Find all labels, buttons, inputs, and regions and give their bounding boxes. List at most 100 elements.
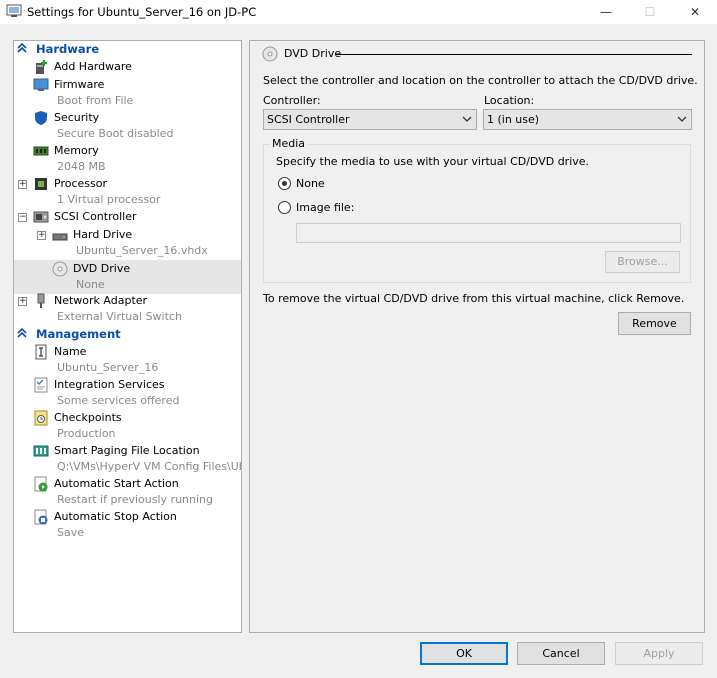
settings-tree[interactable]: Hardware Add Hardware Firmware Boot from… <box>13 40 242 633</box>
tree-item-checkpoints[interactable]: Checkpoints Production <box>14 410 241 443</box>
tree-item-label: Automatic Stop Action <box>54 510 177 523</box>
dvd-drive-panel: DVD Drive Select the controller and loca… <box>249 40 705 633</box>
chevron-up-icon <box>17 327 27 338</box>
close-button[interactable]: ✕ <box>673 0 717 24</box>
controller-label: Controller: <box>263 94 321 107</box>
header-divider <box>336 54 692 55</box>
tree-item-label: Name <box>54 345 87 358</box>
tree-item-sub: Boot from File <box>57 94 134 107</box>
tree-item-sub: None <box>76 278 105 291</box>
tree-item-label: Network Adapter <box>54 294 148 307</box>
tree-item-label: DVD Drive <box>73 262 131 275</box>
name-tag-icon <box>35 344 47 360</box>
remove-button[interactable]: Remove <box>618 312 691 335</box>
remove-instruction: To remove the virtual CD/DVD drive from … <box>263 292 685 305</box>
chevron-down-icon <box>462 116 472 122</box>
tree-item-sub: Save <box>57 526 85 539</box>
auto-start-icon <box>34 476 48 492</box>
auto-stop-icon <box>34 509 48 525</box>
shield-icon <box>35 111 47 125</box>
tree-item-sub: External Virtual Switch <box>57 310 182 323</box>
integration-services-icon <box>34 377 48 393</box>
memory-icon <box>33 146 49 156</box>
tree-item-label: Hard Drive <box>73 228 133 241</box>
none-radio[interactable] <box>278 177 291 190</box>
network-adapter-icon <box>37 293 45 308</box>
hardware-section-header[interactable]: Hardware <box>14 41 241 57</box>
hardware-header: Hardware <box>36 42 100 56</box>
apply-button[interactable]: Apply <box>615 642 703 665</box>
tree-item-scsi-controller[interactable]: − SCSI Controller <box>14 209 241 226</box>
title-bar: Settings for Ubuntu_Server_16 on JD-PC —… <box>0 0 717 24</box>
tree-item-sub: 1 Virtual processor <box>57 193 161 206</box>
maximize-button[interactable]: ☐ <box>628 0 672 24</box>
image-file-radio-label[interactable]: Image file: <box>296 201 354 214</box>
panel-header: DVD Drive <box>284 47 342 60</box>
image-file-path-input[interactable] <box>296 223 681 243</box>
tree-item-sub: Some services offered <box>57 394 180 407</box>
none-radio-label[interactable]: None <box>296 177 325 190</box>
tree-item-processor[interactable]: + Processor 1 Virtual processor <box>14 176 241 209</box>
tree-item-sub: Ubuntu_Server_16 <box>57 361 159 374</box>
tree-item-sub: Ubuntu_Server_16.vhdx <box>76 244 208 257</box>
tree-item-label: Processor <box>54 177 107 190</box>
processor-icon <box>35 178 47 190</box>
tree-item-hard-drive[interactable]: + Hard Drive Ubuntu_Server_16.vhdx <box>14 227 241 260</box>
management-section-header[interactable]: Management <box>14 326 241 342</box>
tree-item-sub: Production <box>57 427 116 440</box>
tree-item-sub: Q:\VMs\HyperV VM Config Files\Ub... <box>57 460 242 473</box>
tree-item-dvd-drive[interactable]: DVD Drive None <box>14 260 241 294</box>
tree-item-name[interactable]: Name Ubuntu_Server_16 <box>14 344 241 377</box>
management-header: Management <box>36 327 121 341</box>
firmware-icon <box>33 78 49 91</box>
tree-item-auto-stop[interactable]: Automatic Stop Action Save <box>14 509 241 542</box>
collapse-scsi-button[interactable]: − <box>18 213 27 222</box>
tree-item-label: Security <box>54 111 100 124</box>
minimize-button[interactable]: — <box>584 0 628 24</box>
expand-processor-button[interactable]: + <box>18 180 27 189</box>
expand-hard-drive-button[interactable]: + <box>37 231 46 240</box>
hard-drive-icon <box>52 233 68 241</box>
panel-instruction: Select the controller and location on th… <box>263 74 698 87</box>
tree-item-label: Integration Services <box>54 378 165 391</box>
location-label: Location: <box>484 94 535 107</box>
media-groupbox: Specify the media to use with your virtu… <box>263 144 691 283</box>
browse-button[interactable]: Browse... <box>605 251 680 273</box>
controller-dropdown[interactable]: SCSI Controller <box>263 109 477 130</box>
cancel-button[interactable]: Cancel <box>517 642 605 665</box>
tree-item-label: Checkpoints <box>54 411 122 424</box>
window-title: Settings for Ubuntu_Server_16 on JD-PC <box>27 5 257 19</box>
location-dropdown[interactable]: 1 (in use) <box>483 109 692 130</box>
tree-item-network-adapter[interactable]: + Network Adapter External Virtual Switc… <box>14 293 241 326</box>
dvd-disc-icon <box>52 261 68 277</box>
location-value: 1 (in use) <box>487 113 540 126</box>
media-instruction: Specify the media to use with your virtu… <box>276 155 590 168</box>
ok-button[interactable]: OK <box>420 642 508 665</box>
tree-item-sub: Secure Boot disabled <box>57 127 174 140</box>
tree-item-label: SCSI Controller <box>54 210 137 223</box>
smart-paging-icon <box>33 445 49 457</box>
tree-item-firmware[interactable]: Firmware Boot from File <box>14 77 241 110</box>
chevron-up-icon <box>17 42 27 53</box>
controller-value: SCSI Controller <box>267 113 350 126</box>
hyperv-settings-icon <box>6 4 22 17</box>
checkpoint-icon <box>34 410 48 426</box>
tree-item-add-hardware[interactable]: Add Hardware <box>14 59 241 76</box>
tree-item-security[interactable]: Security Secure Boot disabled <box>14 110 241 143</box>
tree-item-sub: 2048 MB <box>57 160 106 173</box>
tree-item-label: Add Hardware <box>54 60 132 73</box>
image-file-radio[interactable] <box>278 201 291 214</box>
tree-item-sub: Restart if previously running <box>57 493 213 506</box>
tree-item-label: Automatic Start Action <box>54 477 179 490</box>
scsi-controller-icon <box>33 211 49 223</box>
tree-item-smart-paging[interactable]: Smart Paging File Location Q:\VMs\HyperV… <box>14 443 241 476</box>
chevron-down-icon <box>677 116 687 122</box>
tree-item-memory[interactable]: Memory 2048 MB <box>14 143 241 176</box>
tree-item-label: Firmware <box>54 78 105 91</box>
tree-item-auto-start[interactable]: Automatic Start Action Restart if previo… <box>14 476 241 509</box>
add-hardware-icon <box>36 60 47 74</box>
dvd-disc-icon <box>262 46 278 62</box>
media-group-label: Media <box>270 137 308 150</box>
expand-network-button[interactable]: + <box>18 297 27 306</box>
tree-item-integration-services[interactable]: Integration Services Some services offer… <box>14 377 241 410</box>
